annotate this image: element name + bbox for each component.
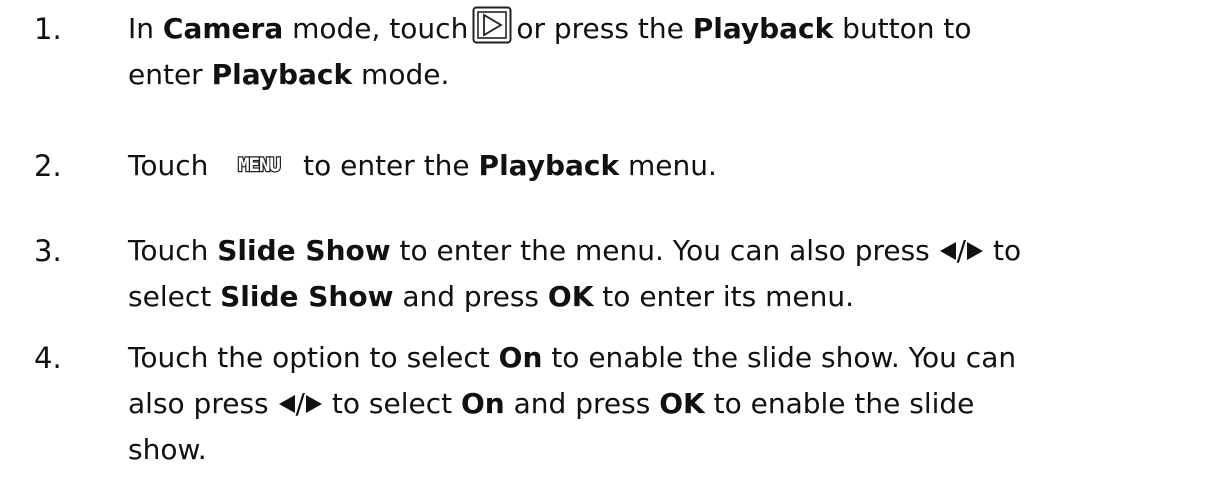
menu-button-icon: MENU <box>237 155 283 175</box>
right-triangle-icon <box>967 242 984 260</box>
term-slide-show: Slide Show <box>220 280 394 313</box>
term-playback: Playback <box>211 58 353 91</box>
left-triangle-icon <box>939 242 956 260</box>
text-line: In Camera mode, touch or press the Playb… <box>128 6 1223 52</box>
step-number: 4. <box>34 341 62 375</box>
left-triangle-icon <box>278 395 295 413</box>
step-number: 3. <box>34 234 62 268</box>
text-line: Touch the option to select On to enable … <box>128 341 1017 374</box>
text-line: also press / to select On and press OK t… <box>128 387 975 420</box>
step-number: 1. <box>34 12 62 46</box>
term-ok: OK <box>547 280 594 313</box>
right-triangle-icon <box>305 395 322 413</box>
text-line: enter Playback mode. <box>128 58 450 91</box>
step-text: Touch Slide Show to enter the menu. You … <box>128 228 1223 320</box>
term-playback: Playback <box>478 149 620 182</box>
term-on: On <box>498 341 543 374</box>
svg-text:MENU: MENU <box>238 155 280 175</box>
term-playback: Playback <box>692 12 834 45</box>
step-number: 2. <box>34 149 62 183</box>
term-on: On <box>460 387 505 420</box>
text-line: show. <box>128 433 207 466</box>
playback-button-icon <box>472 6 512 44</box>
step-text: Touch MENU to enter the Playback menu. <box>128 143 1223 189</box>
text-line: select Slide Show and press OK to enter … <box>128 280 855 313</box>
step-text: Touch the option to select On to enable … <box>128 335 1223 473</box>
term-ok: OK <box>659 387 705 420</box>
text-line: Touch MENU to enter the Playback menu. <box>128 149 717 182</box>
term-camera: Camera <box>162 12 284 45</box>
step-text: In Camera mode, touch or press the Playb… <box>128 6 1223 98</box>
term-slide-show: Slide Show <box>217 234 391 267</box>
text-line: Touch Slide Show to enter the menu. You … <box>128 234 1022 267</box>
